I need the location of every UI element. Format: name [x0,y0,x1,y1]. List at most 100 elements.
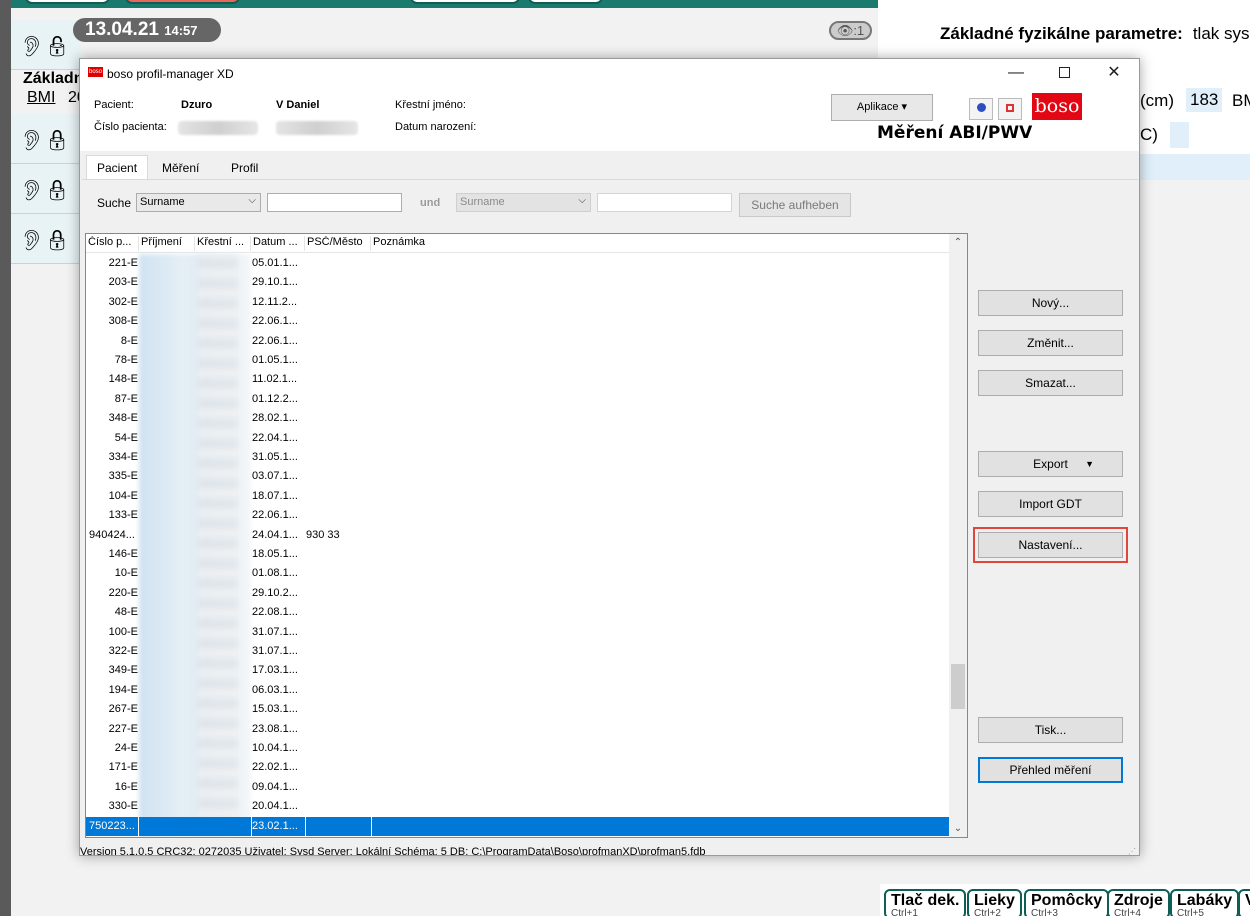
table-row[interactable]: 302-E 12.11.2... [86,293,949,312]
host-tab-stub[interactable] [125,0,240,4]
tab-mereni[interactable]: Měření [151,157,210,179]
table-row[interactable]: 335-E 03.07.1... [86,467,949,486]
print-button[interactable]: Tisk... [978,717,1123,743]
bmi-link[interactable]: BMI [27,89,55,107]
c-input[interactable] [1170,122,1189,148]
basic-params-heading: Základné fyzikálne parametre: tlak sys. [940,24,1250,43]
table-row[interactable]: 24-E 10.04.1... [86,739,949,758]
table-row[interactable]: 308-E 22.06.1... [86,312,949,331]
search-field-select-1[interactable]: Surname ⌵ [136,193,261,212]
birth-date-cell: 22.08.1... [252,606,298,619]
tab-tlac-dek[interactable]: Tlač dek. Ctrl+1 [884,889,967,916]
patient-number-cell: 16-E [114,780,138,793]
tab-profil[interactable]: Profil [220,157,269,179]
birth-date-cell: 11.02.1... [252,373,298,386]
table-row[interactable]: 54-E 22.04.1... [86,429,949,448]
measurement-overview-button[interactable]: Přehled měření [978,757,1123,783]
birth-date-cell: 03.07.1... [252,470,298,483]
table-row[interactable]: 133-E 22.06.1... [86,506,949,525]
tab-labaky[interactable]: Labáky Ctrl+5 [1170,889,1240,916]
tab-pacient[interactable]: Pacient [86,155,149,181]
birth-date-cell: 01.08.1... [252,567,298,580]
table-row-selected[interactable]: 750223... 23.02.1... [86,816,949,836]
birth-date-cell: 10.04.1... [252,742,298,754]
host-blue-strip [1140,154,1250,180]
col-header-surname[interactable]: Příjmení [139,236,195,251]
title-bar[interactable]: boso boso profil-manager XD — ✕ [80,59,1139,89]
birth-date-cell: 05.01.1... [252,257,298,269]
tab-more[interactable]: V [1238,889,1250,916]
host-tab-stub[interactable] [528,0,603,4]
table-row[interactable]: 203-E 29.10.1... [86,273,949,292]
aplikace-menu-button[interactable]: Aplikace ▾ [831,94,933,121]
scroll-down-icon[interactable]: ⌄ [949,820,967,837]
table-row[interactable]: 227-E 23.08.1... [86,720,949,739]
table-row[interactable]: 171-E 22.02.1... [86,758,949,777]
maximize-button[interactable] [1040,59,1088,89]
new-button[interactable]: Nový... [978,290,1123,316]
hearing-lock-icon-row[interactable]: 👂︎🔒︎ [11,164,81,214]
table-row[interactable]: 78-E 01.05.1... [86,351,949,370]
table-row[interactable]: 330-E 20.04.1... [86,797,949,816]
table-row[interactable]: 8-E 22.06.1... [86,332,949,351]
table-row[interactable]: 194-E 06.03.1... [86,681,949,700]
table-row[interactable]: 322-E 31.07.1... [86,642,949,661]
birth-date-cell: 22.06.1... [252,334,298,347]
col-header-firstname[interactable]: Křestní ... [195,236,251,251]
birth-date-cell: 29.10.1... [252,276,298,289]
table-row[interactable]: 104-E 18.07.1... [86,487,949,506]
col-header-id[interactable]: Číslo p... [86,236,139,251]
patient-label: Pacient: [94,99,134,111]
host-tab-stub[interactable] [25,0,110,4]
host-tab-stub[interactable] [410,0,520,4]
col-header-psc[interactable]: PSČ/Město [305,236,371,251]
table-row[interactable]: 100-E 31.07.1... [86,623,949,642]
search-field-select-2[interactable]: Surname ⌵ [456,193,591,212]
table-row[interactable]: 16-E 09.04.1... [86,778,949,797]
help-icon[interactable] [969,98,993,120]
tab-zdroje[interactable]: Zdroje Ctrl+4 [1107,889,1170,916]
hearing-lock-icon-row[interactable]: 👂︎🔓︎ [11,20,81,70]
table-row[interactable]: 267-E 15.03.1... [86,700,949,719]
hearing-lock-icon-row[interactable]: 👂︎🔒︎ [11,114,81,164]
table-row[interactable]: 148-E 11.02.1... [86,370,949,389]
scroll-thumb[interactable] [951,664,965,709]
birth-date-cell: 12.11.2... [252,295,298,308]
col-header-birthdate[interactable]: Datum ... [251,236,305,251]
table-row[interactable]: 146-E 18.05.1... [86,545,949,564]
patient-number-cell: 330-E [108,800,138,813]
lock-icon: 🔒︎ [44,180,70,202]
table-row[interactable]: 221-E 05.01.1... [86,254,949,273]
height-value[interactable]: 183 [1186,88,1223,112]
patient-number-cell: 54-E [114,431,138,444]
tab-pomocky[interactable]: Pomôcky Ctrl+3 [1024,889,1110,916]
search-input-2[interactable] [597,193,732,212]
col-header-note[interactable]: Poznámka [371,236,571,251]
settings-button[interactable]: Nastavení... [978,532,1123,558]
table-row[interactable]: 349-E 17.03.1... [86,661,949,680]
table-row[interactable]: 87-E 01.12.2... [86,390,949,409]
hearing-lock-icon-row[interactable]: 👂︎🔒︎ [11,214,81,264]
table-row[interactable]: 348-E 28.02.1... [86,409,949,428]
clear-search-button[interactable]: Suche aufheben [739,193,851,217]
search-input-1[interactable] [267,193,402,212]
export-button[interactable]: Export ▼ [978,451,1123,477]
eye-icon[interactable]: 👁:1 [829,21,872,40]
record-icon[interactable] [998,98,1022,120]
edit-button[interactable]: Změnit... [978,330,1123,356]
delete-button[interactable]: Smazat... [978,370,1123,396]
boso-app-icon: boso [88,67,103,77]
table-row[interactable]: 940424... 24.04.1... 930 33 [86,526,949,545]
measurement-title: Měření ABI/PWV [877,123,1033,143]
table-row[interactable]: 48-E 22.08.1... [86,603,949,622]
minimize-button[interactable]: — [992,59,1040,89]
import-gdt-button[interactable]: Import GDT [978,491,1123,517]
close-button[interactable]: ✕ [1090,59,1138,89]
vertical-scrollbar[interactable]: ⌃ ⌄ [949,234,967,837]
table-row[interactable]: 334-E 31.05.1... [86,448,949,467]
tab-lieky[interactable]: Lieky Ctrl+2 [967,889,1022,916]
table-row[interactable]: 10-E 01.08.1... [86,564,949,583]
scroll-up-icon[interactable]: ⌃ [949,234,967,251]
resize-grip-icon[interactable]: ⋰ [1128,847,1136,855]
table-row[interactable]: 220-E 29.10.2... [86,584,949,603]
